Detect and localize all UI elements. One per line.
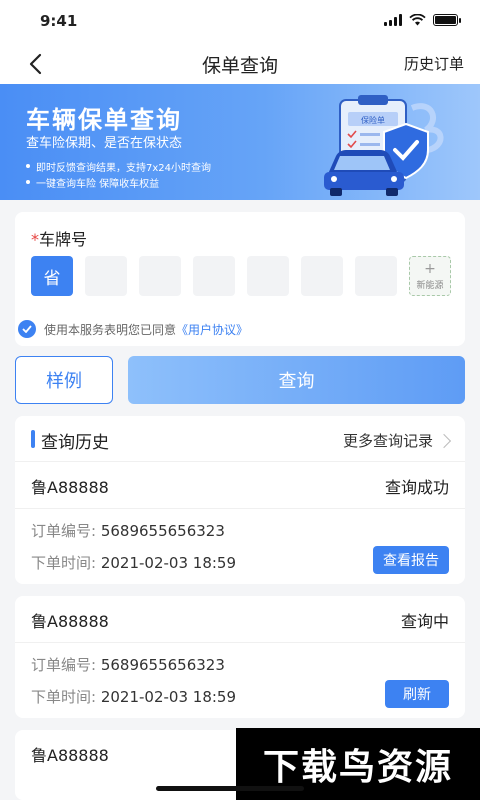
check-icon bbox=[22, 325, 32, 333]
agreement-checkbox[interactable] bbox=[18, 320, 36, 338]
status-time: 9:41 bbox=[40, 12, 78, 30]
banner-subtitle: 查车险保期、是否在保状态 bbox=[26, 136, 183, 151]
refresh-button[interactable]: 刷新 bbox=[385, 680, 449, 708]
home-indicator bbox=[156, 786, 304, 791]
agreement-row: 使用本服务表明您已同意《用户协议》 bbox=[18, 320, 248, 338]
wifi-icon bbox=[409, 14, 426, 26]
record-plate: 鲁A88888 bbox=[31, 612, 109, 631]
plate-char-input[interactable] bbox=[247, 256, 289, 296]
hero-banner: 车辆保单查询 查车险保期、是否在保状态 即时反馈查询结果，支持7x24小时查询 … bbox=[0, 84, 480, 200]
history-record: 鲁A88888 查询中 订单编号: 5689655656323 下单时间: 20… bbox=[15, 596, 465, 718]
chevron-right-icon bbox=[436, 433, 452, 448]
plate-number-label: *车牌号 bbox=[31, 230, 88, 249]
insurance-car-illustration: 保险单 bbox=[324, 95, 444, 196]
record-status: 查询成功 bbox=[384, 478, 449, 497]
svg-text:保险单: 保险单 bbox=[361, 115, 385, 125]
order-number: 订单编号: 5689655656323 bbox=[31, 656, 225, 674]
plate-char-input[interactable] bbox=[139, 256, 181, 296]
plate-char-input[interactable] bbox=[355, 256, 397, 296]
new-energy-input[interactable]: + 新能源 bbox=[409, 256, 451, 296]
province-selector[interactable]: 省 bbox=[31, 256, 73, 296]
banner-title: 车辆保单查询 bbox=[26, 106, 182, 134]
plate-input-group: 省 + 新能源 bbox=[31, 256, 451, 296]
history-header: 查询历史 更多查询记录 bbox=[15, 416, 465, 462]
query-history-card: 查询历史 更多查询记录 鲁A88888 查询成功 订单编号: 568965565… bbox=[15, 416, 465, 584]
plate-char-input[interactable] bbox=[193, 256, 235, 296]
more-records-link[interactable]: 更多查询记录 bbox=[343, 430, 452, 451]
order-number: 订单编号: 5689655656323 bbox=[31, 522, 225, 540]
user-agreement-link[interactable]: 《用户协议》 bbox=[176, 323, 248, 337]
status-icons bbox=[384, 14, 461, 26]
banner-bullet: 即时反馈查询结果，支持7x24小时查询 bbox=[26, 158, 211, 174]
sample-button[interactable]: 样例 bbox=[15, 356, 113, 404]
section-accent-bar bbox=[31, 430, 35, 448]
query-button[interactable]: 查询 bbox=[128, 356, 465, 404]
banner-bullets: 即时反馈查询结果，支持7x24小时查询 一键查询车险 保障收车权益 bbox=[26, 158, 211, 190]
history-title: 查询历史 bbox=[41, 433, 109, 453]
record-status: 查询中 bbox=[400, 612, 449, 631]
plate-char-input[interactable] bbox=[301, 256, 343, 296]
signal-icon bbox=[384, 14, 402, 26]
order-time: 下单时间: 2021-02-03 18:59 bbox=[31, 688, 236, 706]
record-plate: 鲁A88888 bbox=[31, 746, 109, 765]
banner-bullet: 一键查询车险 保障收车权益 bbox=[26, 174, 211, 190]
order-time: 下单时间: 2021-02-03 18:59 bbox=[31, 554, 236, 572]
plus-icon: + bbox=[424, 260, 436, 277]
history-orders-link[interactable]: 历史订单 bbox=[404, 53, 464, 74]
plate-char-input[interactable] bbox=[85, 256, 127, 296]
view-report-button[interactable]: 查看报告 bbox=[373, 546, 449, 574]
agreement-text: 使用本服务表明您已同意《用户协议》 bbox=[44, 322, 249, 337]
nav-bar: 保单查询 历史订单 bbox=[0, 42, 480, 84]
status-bar: 9:41 bbox=[0, 0, 480, 42]
new-energy-label: 新能源 bbox=[416, 280, 444, 291]
battery-icon bbox=[433, 14, 461, 26]
record-plate: 鲁A88888 bbox=[31, 478, 109, 497]
